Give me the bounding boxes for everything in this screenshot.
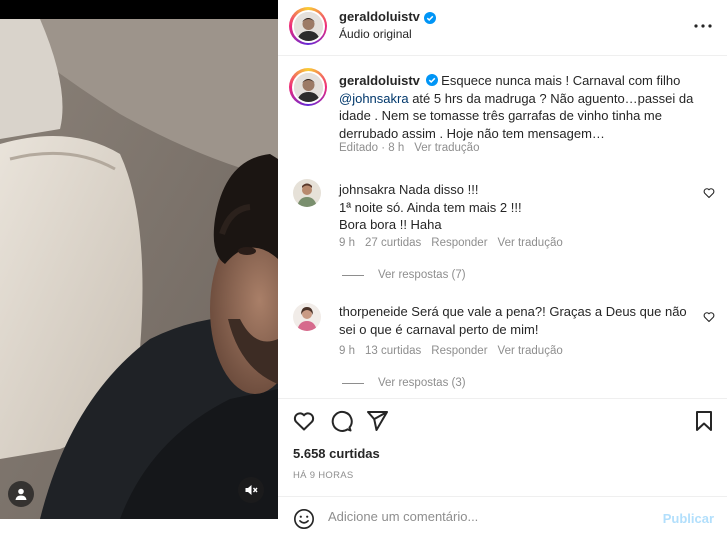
post-details-panel: geraldoluistv Áudio original geraldoluis… <box>278 0 727 539</box>
view-replies-label: Ver respostas (3) <box>378 377 466 389</box>
emoji-button[interactable] <box>293 508 315 530</box>
view-replies-label: Ver respostas (7) <box>378 269 466 281</box>
view-replies-button[interactable]: Ver respostas (7) <box>342 269 466 281</box>
reply-button[interactable]: Responder <box>431 237 487 249</box>
more-options-icon <box>694 15 712 33</box>
comment-like-button[interactable] <box>703 186 717 200</box>
replies-divider <box>342 382 364 384</box>
paper-plane-icon <box>365 411 389 437</box>
author-username[interactable]: geraldoluistv <box>339 9 420 24</box>
publish-button[interactable]: Publicar <box>663 511 714 526</box>
replies-divider <box>342 274 364 276</box>
heart-icon <box>703 310 715 327</box>
comment-text: johnsakra Nada disso !!! 1ª noite só. Ai… <box>339 181 691 234</box>
comment-username[interactable]: johnsakra <box>339 182 395 197</box>
comment-like-button[interactable] <box>703 310 717 324</box>
audio-label[interactable]: Áudio original <box>339 27 412 41</box>
translate-link[interactable]: Ver tradução <box>498 345 563 357</box>
comment-text: thorpeneide Será que vale a pena?! Graça… <box>339 303 691 338</box>
comment-line: Bora bora !! Haha <box>339 217 442 232</box>
reply-button[interactable]: Responder <box>431 345 487 357</box>
save-button[interactable] <box>692 409 716 433</box>
bookmark-icon <box>692 411 716 437</box>
edited-label: Editado <box>339 142 379 154</box>
heart-icon <box>703 186 715 203</box>
like-button[interactable] <box>292 409 316 433</box>
comment-line: 1ª noite só. Ainda tem mais 2 !!! <box>339 199 522 215</box>
comment-meta: 9 h 27 curtidas Responder Ver tradução <box>339 237 563 249</box>
comment-avatar[interactable] <box>293 179 321 207</box>
comment-icon <box>329 410 353 437</box>
caption-translate-link[interactable]: Ver tradução <box>414 142 479 154</box>
comment-meta: 9 h 13 curtidas Responder Ver tradução <box>339 345 563 357</box>
caption-meta: Editado · 8 h Ver tradução <box>339 142 480 154</box>
comment-composer: Publicar <box>278 496 727 539</box>
top-black-bar <box>0 0 278 19</box>
emoji-icon <box>293 509 315 534</box>
muted-speaker-icon <box>244 483 258 497</box>
post-video[interactable] <box>0 19 278 519</box>
comment-time[interactable]: 9 h <box>339 345 355 357</box>
comment-line: Nada disso !!! <box>399 182 479 197</box>
comment-avatar[interactable] <box>293 303 321 331</box>
verified-badge-icon <box>425 73 438 86</box>
media-bottom-strip <box>0 519 278 539</box>
comment-username[interactable]: thorpeneide <box>339 304 408 319</box>
share-button[interactable] <box>365 409 389 433</box>
caption-time[interactable]: 8 h <box>388 142 404 154</box>
comment-likes[interactable]: 13 curtidas <box>365 345 421 357</box>
post-time-ago[interactable]: HÁ 9 HORAS <box>293 470 354 481</box>
post-header: geraldoluistv Áudio original <box>278 0 727 56</box>
post-actions: 5.658 curtidas HÁ 9 HORAS Publicar <box>278 398 727 539</box>
heart-icon <box>292 412 316 437</box>
caption-username[interactable]: geraldoluistv <box>339 73 420 88</box>
likes-count[interactable]: 5.658 curtidas <box>293 446 380 461</box>
caption-text: geraldoluistv Esquece nunca mais ! Carna… <box>339 72 714 142</box>
mute-toggle-button[interactable] <box>238 477 264 503</box>
translate-link[interactable]: Ver tradução <box>498 237 563 249</box>
comment-input[interactable] <box>328 509 648 524</box>
view-replies-button[interactable]: Ver respostas (3) <box>342 377 466 389</box>
caption-mention[interactable]: @johnsakra <box>339 91 409 106</box>
user-tag-icon <box>14 487 28 501</box>
comment-likes[interactable]: 27 curtidas <box>365 237 421 249</box>
author-avatar[interactable] <box>289 7 327 45</box>
verified-badge-icon <box>423 11 436 24</box>
user-tag-button[interactable] <box>8 481 34 507</box>
video-frame <box>0 19 278 519</box>
more-options-button[interactable] <box>693 14 713 34</box>
comment-button[interactable] <box>329 409 353 433</box>
comment-time[interactable]: 9 h <box>339 237 355 249</box>
caption-author-avatar[interactable] <box>289 68 327 106</box>
caption-part-1: Esquece nunca mais ! Carnaval com filho <box>441 73 681 88</box>
